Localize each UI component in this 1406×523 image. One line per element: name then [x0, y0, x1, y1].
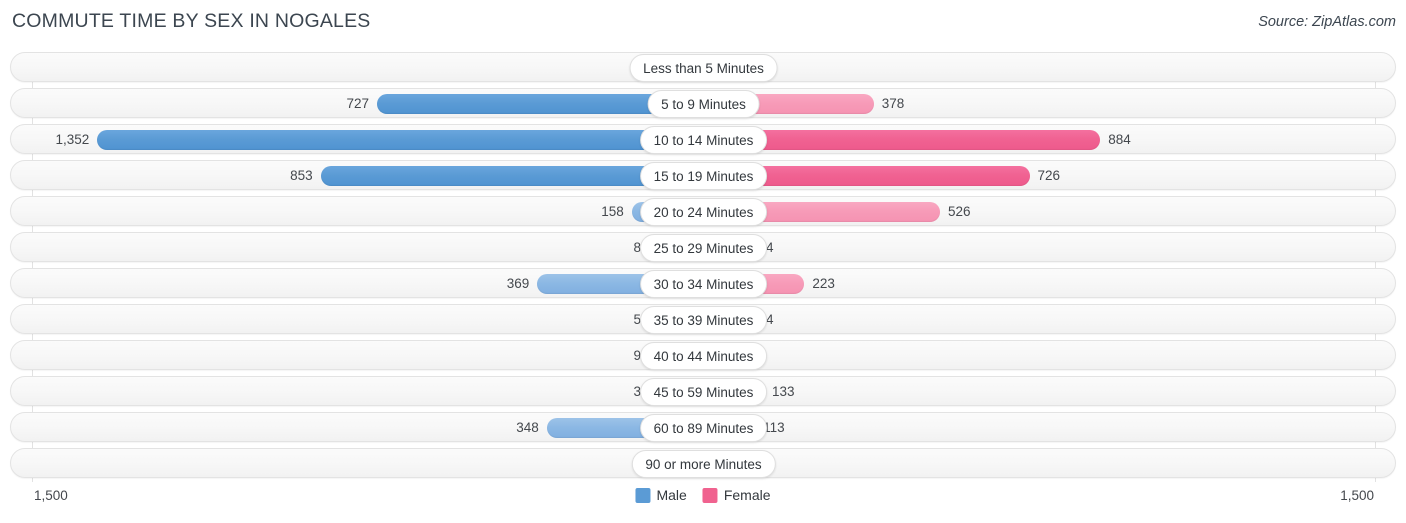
value-label-female: 884 — [1108, 132, 1131, 147]
row-track: 727 378 5 to 9 Minutes — [33, 89, 1374, 118]
page-title: COMMUTE TIME BY SEX IN NOGALES — [12, 10, 371, 32]
value-label-male: 348 — [516, 420, 539, 435]
legend-item-female[interactable]: Female — [702, 487, 771, 503]
axis-label-right: 1,500 — [1340, 488, 1374, 503]
row-track: 96040 to 44 Minutes — [33, 341, 1374, 370]
row-track: 853 726 15 to 19 Minutes — [33, 161, 1374, 190]
row-track: 593435 to 39 Minutes — [33, 305, 1374, 334]
chart-row[interactable]: 3613345 to 59 Minutes — [10, 376, 1396, 406]
chart-row[interactable]: 8742Less than 5 Minutes — [10, 52, 1396, 82]
value-label-female: 223 — [812, 276, 835, 291]
category-label: 5 to 9 Minutes — [647, 90, 760, 118]
legend-swatch-female-icon — [702, 487, 718, 503]
chart-row[interactable]: 593435 to 39 Minutes — [10, 304, 1396, 334]
chart-row[interactable]: 853 726 15 to 19 Minutes — [10, 160, 1396, 190]
chart-row[interactable]: 348 113 60 to 89 Minutes — [10, 412, 1396, 442]
value-label-female: 526 — [947, 204, 971, 219]
category-label: 20 to 24 Minutes — [639, 198, 768, 226]
value-label-male: 853 — [290, 168, 313, 183]
category-label: Less than 5 Minutes — [629, 54, 778, 82]
axis-label-left: 1,500 — [34, 488, 68, 503]
chart-legend: Male Female — [635, 487, 771, 503]
category-label: 40 to 44 Minutes — [639, 342, 768, 370]
row-track: 8742Less than 5 Minutes — [33, 53, 1374, 82]
row-track: 3613345 to 59 Minutes — [33, 377, 1374, 406]
chart-footer: 1,500 1,500 Male Female — [10, 484, 1396, 514]
chart-row[interactable]: 727 378 5 to 9 Minutes — [10, 88, 1396, 118]
category-label: 35 to 39 Minutes — [639, 306, 768, 334]
value-label-male: 1,352 — [55, 132, 90, 147]
value-label-female: 133 — [772, 384, 795, 399]
chart-row[interactable]: 1,352 884 10 to 14 Minutes — [10, 124, 1396, 154]
row-track: 268890 or more Minutes — [33, 449, 1374, 478]
chart-row[interactable]: 268890 or more Minutes — [10, 448, 1396, 478]
value-label-male: 727 — [346, 96, 370, 111]
chart-row[interactable]: 158 526 20 to 24 Minutes — [10, 196, 1396, 226]
legend-label-male: Male — [656, 487, 687, 503]
row-track: 158 526 20 to 24 Minutes — [33, 197, 1374, 226]
category-label: 25 to 29 Minutes — [639, 234, 768, 262]
legend-label-female: Female — [723, 487, 771, 503]
chart-plot-area: 8742Less than 5 Minutes 727 378 5 to 9 Minu… — [10, 52, 1396, 482]
row-track: 1,352 884 10 to 14 Minutes — [33, 125, 1374, 154]
row-track: 348 113 60 to 89 Minutes — [33, 413, 1374, 442]
category-label: 90 or more Minutes — [631, 450, 776, 478]
category-label: 60 to 89 Minutes — [639, 414, 768, 442]
category-label: 15 to 19 Minutes — [639, 162, 768, 190]
row-track: 369 223 30 to 34 Minutes — [33, 269, 1374, 298]
category-label: 30 to 34 Minutes — [639, 270, 768, 298]
chart-row[interactable]: 824425 to 29 Minutes — [10, 232, 1396, 262]
value-label-male: 369 — [506, 276, 530, 291]
legend-swatch-male-icon — [635, 487, 651, 503]
value-label-male: 158 — [601, 204, 624, 219]
value-label-female: 378 — [881, 96, 905, 111]
category-label: 10 to 14 Minutes — [639, 126, 768, 154]
source-attribution: Source: ZipAtlas.com — [1258, 14, 1396, 30]
category-label: 45 to 59 Minutes — [639, 378, 768, 406]
chart-row[interactable]: 96040 to 44 Minutes — [10, 340, 1396, 370]
chart-page: COMMUTE TIME BY SEX IN NOGALES Source: Z… — [0, 0, 1406, 523]
value-label-female: 726 — [1037, 168, 1061, 183]
bar-male[interactable] — [97, 130, 703, 150]
row-track: 824425 to 29 Minutes — [33, 233, 1374, 262]
legend-item-male[interactable]: Male — [635, 487, 687, 503]
chart-rows: 8742Less than 5 Minutes 727 378 5 to 9 Minu… — [10, 52, 1396, 482]
chart-row[interactable]: 369 223 30 to 34 Minutes — [10, 268, 1396, 298]
